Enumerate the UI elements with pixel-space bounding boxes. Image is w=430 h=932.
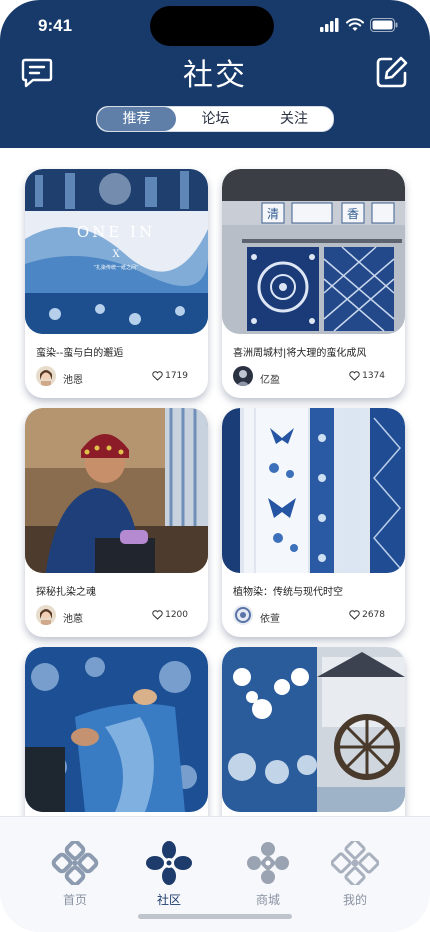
status-icons (320, 18, 398, 32)
tab-shop[interactable]: 商城 (238, 841, 298, 908)
profile-knot-icon (330, 838, 380, 888)
author-name: 池蒽 (63, 614, 83, 625)
heart-icon (152, 371, 163, 381)
like-number: 1719 (165, 371, 188, 381)
image-text-char-1: 清 (267, 207, 279, 221)
author-name: 依萱 (260, 614, 280, 625)
author-name: 亿盈 (260, 375, 280, 386)
like-number: 1200 (165, 610, 188, 620)
like-count[interactable]: 1374 (349, 371, 385, 381)
tab-label: 商城 (255, 893, 280, 907)
tab-home[interactable]: 首页 (45, 839, 105, 908)
tab-profile[interactable]: 我的 (325, 838, 385, 908)
home-knot-icon (51, 839, 99, 887)
community-knot-icon (146, 841, 192, 885)
post-card[interactable]: ONE IN X “扎染传统一纸之间” 蛮染--蛮与白的邂逅 池恩 1719 (25, 169, 208, 398)
tab-community[interactable]: 社区 (139, 841, 199, 908)
avatar (233, 605, 253, 625)
image-text-one-in: ONE IN (77, 223, 155, 241)
post-card[interactable]: 探秘扎染之魂 池蒽 1200 (25, 408, 208, 637)
like-count[interactable]: 2678 (349, 610, 385, 620)
heart-icon (349, 371, 360, 381)
edit-icon[interactable] (374, 54, 410, 90)
post-image: ONE IN X “扎染传统一纸之间” (25, 169, 208, 334)
tab-forum[interactable]: 论坛 (176, 107, 255, 131)
like-count[interactable]: 1200 (152, 610, 188, 620)
battery-icon (370, 18, 398, 32)
author-name: 池恩 (63, 375, 83, 386)
tab-follow[interactable]: 关注 (255, 107, 333, 131)
post-card[interactable] (25, 647, 208, 816)
tab-recommend[interactable]: 推荐 (97, 107, 176, 131)
post-image: 清 香 (222, 169, 405, 334)
status-time: 9:41 (38, 16, 73, 35)
feed-segmented-control: 推荐 论坛 关注 (96, 106, 334, 132)
post-image (25, 408, 208, 573)
post-image (222, 647, 405, 812)
post-card[interactable]: 植物染：传统与现代时空 依萱 2678 (222, 408, 405, 637)
header: 9:41 社交 推荐 论坛 关注 (0, 0, 430, 148)
image-text-subtitle: “扎染传统一纸之间” (93, 264, 139, 271)
tab-label: 我的 (342, 893, 367, 907)
like-count[interactable]: 1719 (152, 371, 188, 381)
like-number: 2678 (362, 610, 385, 620)
page-title: 社交 (183, 58, 247, 93)
signal-icon (320, 18, 339, 32)
shop-knot-icon (247, 842, 289, 884)
post-card[interactable] (222, 647, 405, 816)
avatar (36, 605, 56, 625)
phone-screen: 9:41 社交 推荐 论坛 关注 ONE IN X “扎染传统一纸之间” 蛮染-… (0, 0, 430, 932)
post-grid: ONE IN X “扎染传统一纸之间” 蛮染--蛮与白的邂逅 池恩 1719 清… (0, 148, 430, 816)
post-image (25, 647, 208, 812)
dynamic-island (150, 6, 274, 46)
post-title: 喜洲周城村|将大理的蛮化成风 (233, 348, 367, 359)
post-card[interactable]: 清 香 喜洲周城村|将大理的蛮化成风 亿盈 1374 (222, 169, 405, 398)
image-text-char-2: 香 (347, 207, 359, 221)
heart-icon (349, 610, 360, 620)
heart-icon (152, 610, 163, 620)
post-image (222, 408, 405, 573)
post-title: 植物染：传统与现代时空 (233, 587, 343, 598)
image-text-x: X (112, 249, 120, 260)
like-number: 1374 (362, 371, 385, 381)
post-title: 蛮染--蛮与白的邂逅 (36, 348, 124, 359)
wifi-icon (346, 18, 364, 31)
home-indicator (138, 914, 292, 919)
avatar (233, 366, 253, 386)
tab-label: 社区 (156, 893, 181, 907)
avatar (36, 366, 56, 386)
tab-label: 首页 (62, 893, 87, 907)
post-title: 探秘扎染之魂 (36, 587, 96, 598)
